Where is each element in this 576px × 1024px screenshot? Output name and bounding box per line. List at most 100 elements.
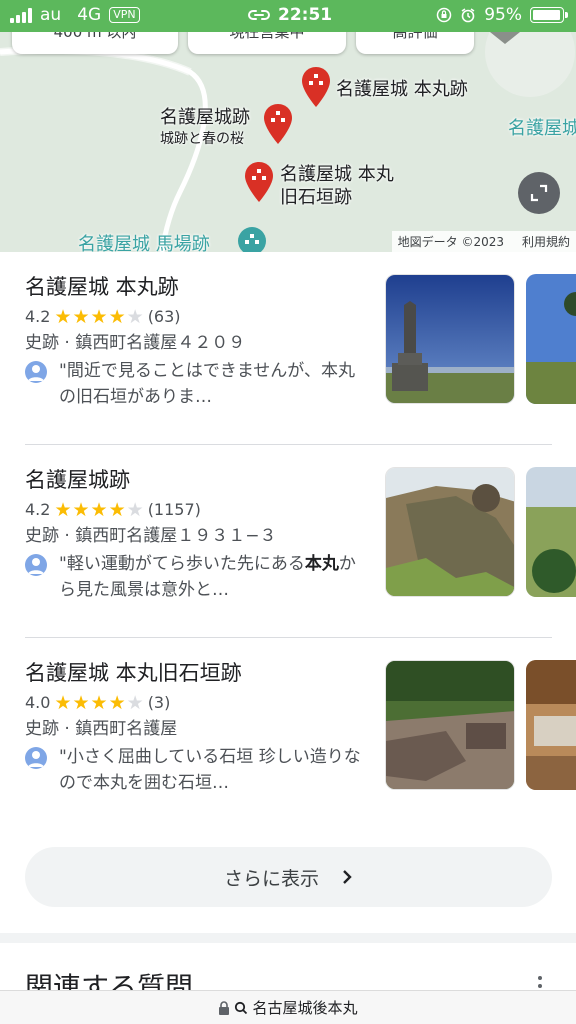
- rating-row: 4.2 ★ ★ ★ ★ ★ (63): [25, 304, 370, 330]
- star-icon: ★: [90, 306, 108, 328]
- star-icon: ★: [126, 692, 144, 714]
- avatar: [25, 361, 47, 383]
- user-icon: [28, 558, 44, 574]
- battery-percent: 95%: [484, 5, 522, 25]
- map-place-label[interactable]: 名護屋城 馬場跡: [78, 234, 210, 252]
- photo-ruins: [386, 661, 514, 789]
- signal-icon: [10, 7, 32, 23]
- chevron-right-icon: [343, 870, 352, 884]
- status-bar: au 4G VPN 22:51 95%: [0, 0, 576, 32]
- map-pin-label[interactable]: 名護屋城 本丸跡: [336, 79, 468, 101]
- expand-icon: [530, 184, 548, 202]
- map-pin-sublabel: 旧石垣跡: [280, 187, 352, 208]
- filter-chip-top-rated[interactable]: 高評価: [356, 32, 474, 54]
- review-count: (3): [147, 693, 171, 712]
- place-meta: 史跡 · 鎮西町名護屋１９３１−３: [25, 526, 277, 546]
- place-photo[interactable]: [385, 660, 515, 790]
- star-icon: ★: [108, 306, 126, 328]
- user-icon: [28, 365, 44, 381]
- divider: [25, 637, 552, 638]
- show-more-button[interactable]: さらに表示: [25, 847, 552, 907]
- place-photo[interactable]: [526, 467, 576, 597]
- star-icon: ★: [126, 306, 144, 328]
- terms-link[interactable]: 利用規約: [522, 233, 570, 250]
- rating-value: 4.0: [25, 693, 51, 712]
- review-text: "間近で見ることはできませんが、本丸の旧石垣がありま…: [59, 361, 355, 407]
- star-rating: ★ ★ ★ ★ ★: [54, 307, 143, 327]
- star-icon: ★: [126, 499, 144, 521]
- clock: 22:51: [278, 5, 333, 25]
- review-snippet: "間近で見ることはできませんが、本丸の旧石垣がありま…: [25, 358, 370, 410]
- review-highlight: 本丸: [304, 554, 339, 574]
- place-photo[interactable]: [526, 660, 576, 790]
- map-data-credit: 地図データ ©2023: [397, 235, 504, 249]
- star-icon: ★: [54, 306, 72, 328]
- photo-landscape: [526, 274, 576, 404]
- url-text: 名古屋城後本丸: [252, 999, 358, 1017]
- photo-interior: [526, 660, 576, 790]
- star-icon: ★: [72, 306, 90, 328]
- link-icon: [248, 10, 270, 20]
- divider: [25, 444, 552, 445]
- address-bar[interactable]: 名古屋城後本丸: [0, 990, 576, 1024]
- avatar: [25, 554, 47, 576]
- show-more-label: さらに表示: [223, 867, 319, 890]
- carrier: au: [40, 5, 62, 25]
- network-type: 4G: [77, 5, 102, 25]
- star-rating: ★ ★ ★ ★ ★: [54, 693, 143, 713]
- expand-map-button[interactable]: [518, 172, 560, 214]
- star-icon: ★: [54, 499, 72, 521]
- place-photo[interactable]: [526, 274, 576, 404]
- place-title[interactable]: 名護屋城 本丸旧石垣跡: [25, 658, 370, 688]
- place-result[interactable]: 名護屋城 本丸跡 4.2 ★ ★ ★ ★ ★ (63) 史跡 · 鎮西町名護屋４２０９ …: [0, 272, 576, 462]
- poi-icon[interactable]: [237, 226, 267, 252]
- star-icon: ★: [54, 692, 72, 714]
- place-meta: 史跡 · 鎮西町名護屋４２０９: [25, 333, 246, 353]
- star-icon: ★: [108, 692, 126, 714]
- photo-stone-wall: [386, 468, 514, 596]
- map-pin-icon[interactable]: [263, 104, 293, 144]
- review-count: (1157): [147, 500, 201, 519]
- rating-row: 4.2 ★ ★ ★ ★ ★ (1157): [25, 497, 370, 523]
- orientation-lock-icon: [436, 7, 452, 23]
- rating-value: 4.2: [25, 500, 51, 519]
- map-pin-icon[interactable]: [301, 67, 331, 107]
- vpn-badge: VPN: [109, 7, 140, 23]
- filter-chip-distance[interactable]: 400 m 以内: [12, 32, 178, 54]
- star-icon: ★: [90, 692, 108, 714]
- user-icon: [28, 751, 44, 767]
- place-title[interactable]: 名護屋城 本丸跡: [25, 272, 370, 302]
- place-meta: 史跡 · 鎮西町名護屋: [25, 719, 178, 739]
- map-view[interactable]: 400 m 以内 現在営業中 高評価 名護屋城 本丸跡 名護屋城跡 城跡と春の桜…: [0, 32, 576, 252]
- map-pin-sublabel: 城跡と春の桜: [160, 131, 244, 147]
- review-count: (63): [147, 307, 181, 326]
- place-photo[interactable]: [385, 274, 515, 404]
- map-place-label[interactable]: 名護屋城: [508, 118, 576, 140]
- filter-chip-open-now[interactable]: 現在営業中: [188, 32, 346, 54]
- battery-icon: [530, 7, 568, 23]
- avatar: [25, 747, 47, 769]
- place-result[interactable]: 名護屋城跡 4.2 ★ ★ ★ ★ ★ (1157) 史跡 · 鎮西町名護屋１９３１−３…: [0, 465, 576, 655]
- review-text: "小さく屈曲している石垣 珍しい造りなので本丸を囲む石垣…: [59, 747, 361, 793]
- review-snippet: "軽い運動がてら歩いた先にある本丸から見た風景は意外と…: [25, 551, 370, 603]
- search-icon: [235, 1001, 248, 1014]
- place-photo[interactable]: [385, 467, 515, 597]
- star-icon: ★: [108, 499, 126, 521]
- place-title[interactable]: 名護屋城跡: [25, 465, 370, 495]
- review-text: "軽い運動がてら歩いた先にある: [59, 554, 305, 574]
- photo-garden: [526, 467, 576, 597]
- map-pin-label[interactable]: 名護屋城跡: [160, 107, 250, 129]
- lock-icon: [219, 1000, 230, 1015]
- star-rating: ★ ★ ★ ★ ★: [54, 500, 143, 520]
- map-attribution: 地図データ ©2023 利用規約: [391, 231, 576, 252]
- star-icon: ★: [72, 499, 90, 521]
- place-result[interactable]: 名護屋城 本丸旧石垣跡 4.0 ★ ★ ★ ★ ★ (3) 史跡 · 鎮西町名護屋 "小…: [0, 658, 576, 848]
- rating-row: 4.0 ★ ★ ★ ★ ★ (3): [25, 690, 370, 716]
- map-pin-icon[interactable]: [244, 162, 274, 202]
- review-snippet: "小さく屈曲している石垣 珍しい造りなので本丸を囲む石垣…: [25, 744, 370, 796]
- rating-value: 4.2: [25, 307, 51, 326]
- map-pin-label[interactable]: 名護屋城 本丸: [280, 164, 394, 186]
- star-icon: ★: [72, 692, 90, 714]
- star-icon: ★: [90, 499, 108, 521]
- section-divider: [0, 933, 576, 943]
